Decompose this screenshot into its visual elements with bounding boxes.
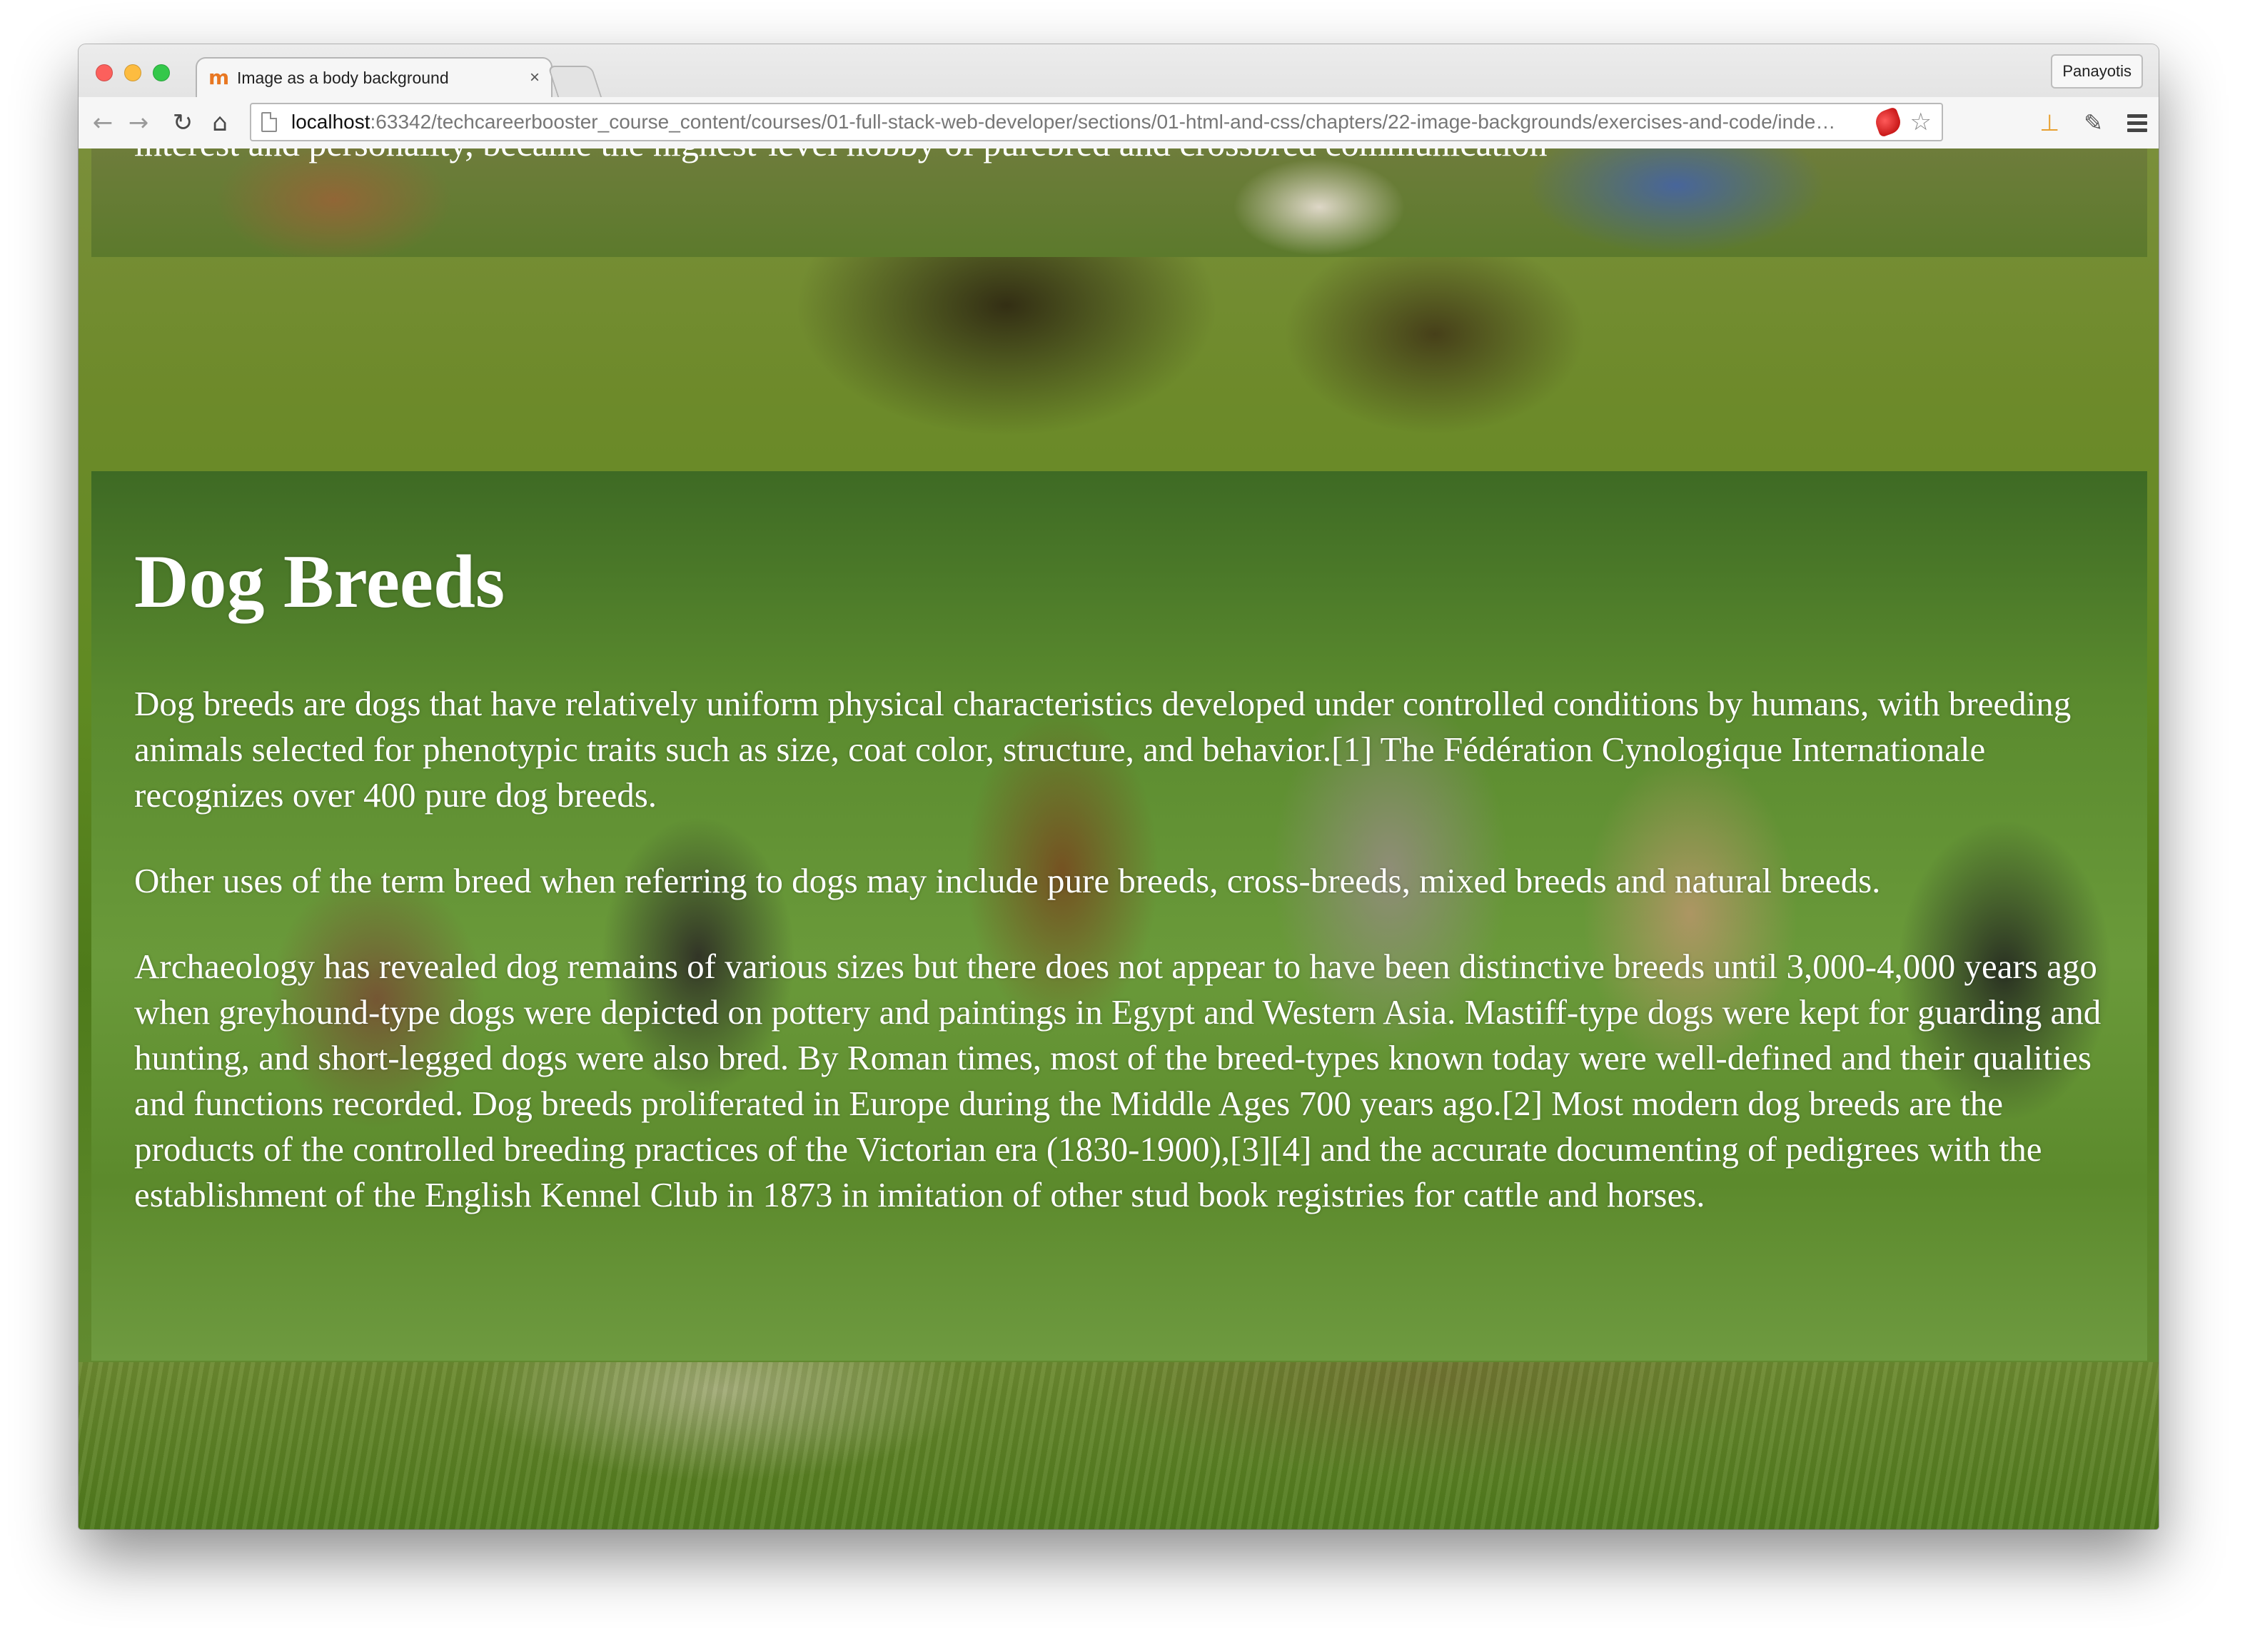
bookmark-icon[interactable]: ⊥ <box>2039 109 2059 136</box>
browser-chrome: m Image as a body background × Panayotis… <box>79 44 2159 150</box>
window-close-button[interactable] <box>96 64 113 81</box>
extension-icon[interactable] <box>1872 106 1904 138</box>
back-icon[interactable]: ← <box>89 107 117 138</box>
page-heading: Dog Breeds <box>134 540 505 623</box>
new-tab-button[interactable] <box>547 66 602 97</box>
address-bar[interactable]: localhost:63342/techcareerbooster_course… <box>250 103 1943 141</box>
menu-icon[interactable] <box>2127 114 2147 132</box>
background-image-bottom <box>79 1362 2159 1529</box>
url-path: :63342/techcareerbooster_course_content/… <box>370 111 1836 133</box>
page-viewport[interactable]: interest and personality, became the hig… <box>79 148 2159 1529</box>
toolbar: ← → ↻ ⌂ localhost:63342/techcareerbooste… <box>79 97 2159 148</box>
window-maximize-button[interactable] <box>153 64 170 81</box>
window-minimize-button[interactable] <box>124 64 141 81</box>
page-icon <box>261 112 277 132</box>
previous-section: interest and personality, became the hig… <box>91 148 2147 257</box>
previous-section-text: interest and personality, became the hig… <box>134 148 1547 164</box>
profile-button[interactable]: Panayotis <box>2051 54 2143 89</box>
favicon-icon: m <box>208 66 229 89</box>
browser-window: m Image as a body background × Panayotis… <box>79 44 2159 1529</box>
window-controls <box>96 64 170 81</box>
paragraph-2: Other uses of the term breed when referr… <box>134 861 1881 900</box>
tab-title: Image as a body background <box>237 68 449 87</box>
dog-breeds-section: Dog Breeds Dog breeds are dogs that have… <box>91 471 2147 1361</box>
tools-icon[interactable]: ✎ <box>2084 109 2103 136</box>
home-icon[interactable]: ⌂ <box>206 107 234 138</box>
paragraph-3: Archaeology has revealed dog remains of … <box>134 947 2102 1214</box>
paragraph-1: Dog breeds are dogs that have relatively… <box>134 684 2072 815</box>
url-text[interactable]: localhost:63342/techcareerbooster_course… <box>291 111 1876 134</box>
star-icon[interactable]: ☆ <box>1910 108 1932 136</box>
forward-icon[interactable]: → <box>124 107 153 138</box>
toolbar-actions: ⊥ ✎ <box>2039 107 2147 138</box>
url-host: localhost <box>291 111 370 133</box>
reload-icon[interactable]: ↻ <box>168 107 197 138</box>
close-icon[interactable]: × <box>530 68 540 88</box>
browser-tab[interactable]: m Image as a body background × <box>196 57 553 97</box>
